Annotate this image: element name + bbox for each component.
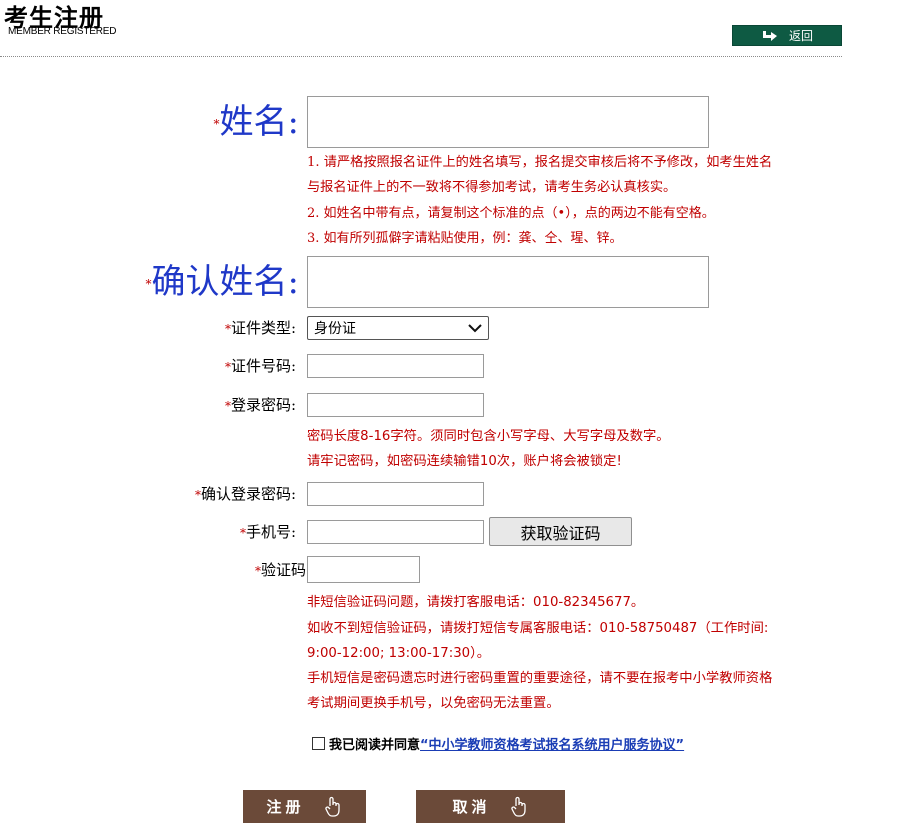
id-type-label: 证件类型:	[230, 319, 296, 337]
agree-checkbox[interactable]	[312, 737, 325, 750]
password-note-2: 请牢记密码，如密码连续输错10次，账户将会被锁定!	[307, 454, 622, 469]
id-number-label-row: *证件号码:	[225, 355, 296, 378]
cancel-button[interactable]: 取消	[416, 790, 565, 823]
id-type-value: 身份证	[314, 321, 356, 337]
name-note-2: 与报名证件上的不一致将不得参加考试，请考生务必认真核实。	[307, 180, 677, 195]
code-note-3: 9:00-12:00; 13:00-17:30）。	[307, 646, 491, 661]
register-button-label: 注册	[266, 798, 305, 816]
confirm-name-label: 确认姓名:	[151, 262, 299, 302]
confirm-password-input[interactable]	[307, 482, 484, 506]
page-subtitle: MEMBER REGISTERED	[8, 26, 117, 37]
code-note-4: 手机短信是密码遗忘时进行密码重置的重要途径，请不要在报考中小学教师资格	[307, 671, 773, 686]
back-button[interactable]: 返回	[732, 25, 842, 46]
code-note-5: 考试期间更换手机号，以免密码无法重置。	[307, 696, 560, 711]
chevron-down-icon	[468, 324, 482, 333]
password-label: 登录密码:	[230, 396, 296, 414]
confirm-password-label-row: *确认登录密码:	[195, 483, 296, 506]
password-input[interactable]	[307, 393, 484, 417]
header-divider	[0, 56, 842, 57]
register-button[interactable]: 注册	[243, 790, 366, 823]
back-button-label: 返回	[788, 29, 813, 43]
id-number-input[interactable]	[307, 354, 484, 378]
confirm-name-input[interactable]	[307, 256, 709, 308]
phone-input[interactable]	[307, 520, 484, 544]
get-code-button[interactable]: 获取验证码	[489, 517, 632, 546]
back-arrow-icon	[762, 30, 777, 41]
password-note-1: 密码长度8-16字符。须同时包含小写字母、大写字母及数字。	[307, 429, 670, 444]
id-number-label: 证件号码:	[230, 357, 296, 375]
cancel-button-label: 取消	[452, 798, 491, 816]
hand-pointer-icon	[510, 796, 526, 817]
id-type-select[interactable]: 身份证	[307, 316, 489, 340]
name-note-3: 2. 如姓名中带有点，请复制这个标准的点（•），点的两边不能有空格。	[307, 206, 715, 221]
phone-label-row: *手机号:	[240, 521, 296, 544]
agree-text: 我已阅读并同意	[329, 738, 421, 753]
password-label-row: *登录密码:	[225, 394, 296, 417]
confirm-name-label-row: *确认姓名:	[146, 262, 299, 304]
hand-pointer-icon	[324, 796, 340, 817]
agreement-link[interactable]: “中小学教师资格考试报名系统用户服务协议”	[420, 734, 684, 753]
code-label-row: *验证码	[255, 559, 306, 582]
name-note-4: 3. 如有所列孤僻字请粘贴使用，例：龚、仝、瑆、锌。	[307, 231, 623, 246]
name-note-1: 1. 请严格按照报名证件上的姓名填写，报名提交审核后将不予修改，如考生姓名	[307, 155, 773, 170]
code-input[interactable]	[307, 556, 420, 583]
code-note-2: 如收不到短信验证码，请拨打短信专属客服电话：010-58750487（工作时间:	[307, 621, 769, 636]
name-input[interactable]	[307, 96, 709, 148]
id-type-label-row: *证件类型:	[225, 317, 296, 340]
code-note-1: 非短信验证码问题，请拨打客服电话：010-82345677。	[307, 595, 645, 610]
name-label: 姓名:	[219, 102, 299, 142]
code-label: 验证码	[260, 561, 306, 579]
phone-label: 手机号:	[245, 523, 296, 541]
name-label-row: *姓名:	[214, 102, 299, 144]
agreement-row: 我已阅读并同意 “中小学教师资格考试报名系统用户服务协议”	[312, 734, 684, 753]
confirm-password-label: 确认登录密码:	[200, 485, 296, 503]
